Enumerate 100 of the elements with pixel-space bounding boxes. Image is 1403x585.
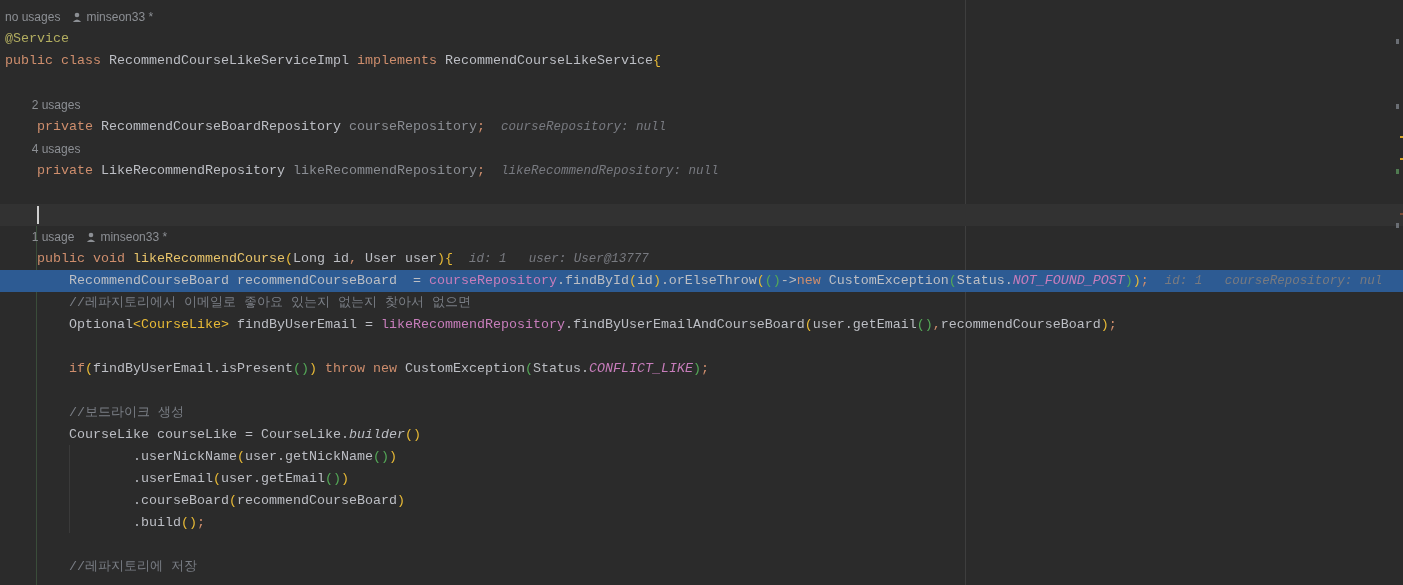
code-token: , [932, 316, 941, 334]
code-token: courseRepository [428, 272, 557, 290]
code-token: Status. [532, 360, 589, 378]
code-token: findByUserEmail = [235, 316, 374, 334]
code-token: throw new [323, 360, 398, 378]
code-token: ) [1100, 316, 1109, 334]
code-token: , [348, 250, 358, 268]
code-token: .build [132, 514, 181, 532]
code-token: .userEmail [132, 470, 213, 488]
code-token: likeRecommendRepository [380, 316, 565, 334]
code-token: private [37, 118, 94, 136]
scroll-marker [1400, 213, 1403, 215]
code-token: user.getEmail [220, 470, 325, 488]
inlay-hint: courseRepository: nul [1224, 272, 1383, 290]
code-token: () [324, 470, 341, 488]
code-token: new [796, 272, 822, 290]
code-token: ) [436, 250, 445, 268]
code-token: () [404, 426, 421, 444]
code-token: CourseLike courseLike = CourseLike. [69, 426, 349, 444]
code-token: implements [356, 52, 438, 70]
scroll-marker [1400, 136, 1403, 138]
code-token: { [652, 52, 661, 70]
code-token: ( [948, 272, 957, 290]
code-token: //보드라이크 생성 [69, 404, 184, 422]
code-token: Optional [69, 316, 133, 334]
scroll-marker [1396, 39, 1399, 44]
code-token: () [180, 514, 197, 532]
code-token: ; [1108, 316, 1117, 334]
code-token: ( [236, 448, 245, 466]
code-token: RecommendCourseLikeServiceImpl [109, 52, 350, 70]
code-token: recommendCourseBoard [940, 316, 1101, 334]
code-token: ) [1124, 272, 1133, 290]
code-token: () [764, 272, 781, 290]
code-token: likeRecommendRepository [292, 162, 477, 180]
code-token: .findByUserEmailAndCourseBoard [564, 316, 805, 334]
person-icon [86, 232, 97, 242]
code-token: Long id [292, 250, 349, 268]
code-token: { [444, 250, 453, 268]
code-token: //레파지토리에 저장 [69, 558, 197, 576]
code-token: if [69, 360, 85, 378]
code-token: ) [396, 492, 405, 510]
author-hint[interactable]: minseon33 * [100, 228, 168, 246]
code-token: ( [212, 470, 221, 488]
code-token: public class [5, 52, 102, 70]
code-token: private [37, 162, 94, 180]
code-token: <CourseLike> [133, 316, 229, 334]
code-token: id [636, 272, 653, 290]
scroll-marker [1396, 169, 1399, 174]
code-token: user.getNickName [244, 448, 373, 466]
code-token: ; [476, 118, 485, 136]
code-token: CustomException [828, 272, 949, 290]
code-token: .findById [556, 272, 629, 290]
code-token: CONFLICT_LIKE [588, 360, 693, 378]
scroll-marker [1396, 223, 1399, 228]
code-token: ( [524, 360, 533, 378]
code-token: User user [364, 250, 437, 268]
text-caret [37, 206, 39, 224]
code-token: ) [340, 470, 349, 488]
code-token: .courseBoard [132, 492, 229, 510]
code-token: .userNickName [132, 448, 237, 466]
usages-hint[interactable]: 1 usage [31, 228, 75, 246]
code-token: builder [348, 426, 405, 444]
scroll-marker [1396, 104, 1399, 109]
code-token: CustomException [404, 360, 525, 378]
code-token: recommendCourseBoard [236, 492, 397, 510]
code-token: user.getEmail [812, 316, 917, 334]
inlay-hint: user: User@13777 [528, 250, 649, 268]
code-token: ( [628, 272, 637, 290]
usages-hint[interactable]: 2 usages [31, 96, 81, 114]
code-token: ( [284, 250, 293, 268]
code-token: ) [1132, 272, 1141, 290]
code-token: LikeRecommendRepository [101, 162, 286, 180]
code-token: ) [652, 272, 661, 290]
inlay-hint: id: 1 [468, 250, 507, 268]
code-token: ) [308, 360, 317, 378]
code-token: ) [388, 448, 397, 466]
code-token: findByUserEmail.isPresent [93, 360, 293, 378]
code-token: ; [196, 514, 205, 532]
code-token: //레파지토리에서 이메일로 좋아요 있는지 없는지 찾아서 없으면 [69, 294, 471, 312]
code-token: ( [228, 492, 237, 510]
scroll-marker [1400, 158, 1403, 160]
inlay-hint: likeRecommendRepository: null [500, 162, 719, 180]
usages-hint[interactable]: no usages [5, 8, 61, 26]
code-token: @Service [5, 30, 69, 48]
author-hint[interactable]: minseon33 * [86, 8, 154, 26]
person-icon [72, 12, 83, 22]
code-token: ( [756, 272, 765, 290]
code-token: RecommendCourseBoard recommendCourseBoard = [69, 272, 422, 290]
code-token: ) [692, 360, 701, 378]
code-token: -> [780, 272, 797, 290]
code-token: courseRepository [348, 118, 477, 136]
code-token: NOT_FOUND_POST [1012, 272, 1125, 290]
code-token: ; [476, 162, 485, 180]
code-token: RecommendCourseLikeService [444, 52, 653, 70]
code-token: () [916, 316, 933, 334]
inlay-hint: id: 1 [1164, 272, 1203, 290]
usages-hint[interactable]: 4 usages [31, 140, 81, 158]
code-token: RecommendCourseBoardRepository [101, 118, 342, 136]
code-token: .orElseThrow [660, 272, 757, 290]
inlay-hint: courseRepository: null [500, 118, 666, 136]
